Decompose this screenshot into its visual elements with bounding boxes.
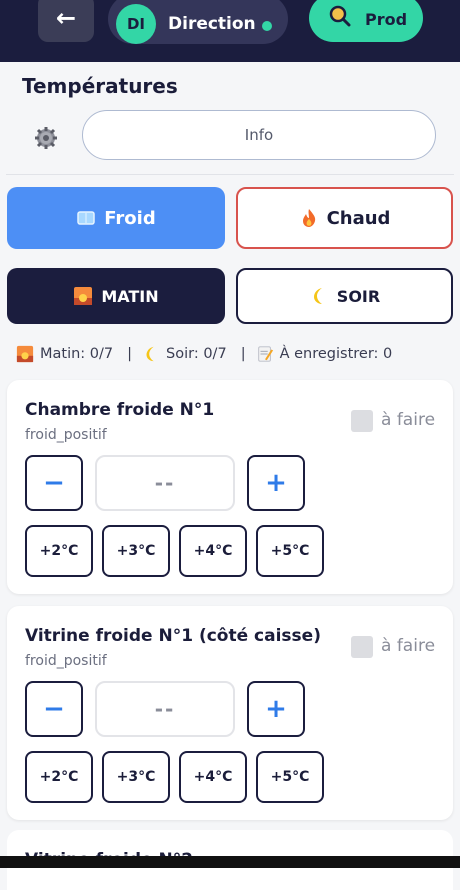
temperature-card: Vitrine froide N°1 (côté caisse) froid_p…: [7, 606, 453, 820]
preset-button[interactable]: +2°C: [25, 751, 93, 803]
chaud-label: Chaud: [326, 207, 391, 229]
main-content: Températures Info Froid Chaud MATIN SOIR…: [0, 62, 460, 890]
increase-button[interactable]: +: [247, 681, 305, 737]
soir-button[interactable]: SOIR: [236, 268, 453, 324]
soir-label: SOIR: [336, 286, 381, 306]
memo-icon: [257, 346, 273, 362]
temperature-value[interactable]: --: [95, 455, 235, 511]
decrease-button[interactable]: −: [25, 455, 83, 511]
decrease-button[interactable]: −: [25, 681, 83, 737]
page-title: Températures: [22, 74, 178, 98]
user-pill[interactable]: DI Direction: [108, 0, 288, 44]
summary-bar: Matin: 0/7 | Soir: 0/7 | À enregistrer: …: [16, 342, 456, 366]
preset-button[interactable]: +2°C: [25, 525, 93, 577]
chaud-button[interactable]: Chaud: [236, 187, 453, 249]
summary-separator: |: [127, 346, 133, 362]
preset-button[interactable]: +3°C: [102, 751, 170, 803]
back-button[interactable]: ←: [38, 0, 94, 42]
todo-checkbox[interactable]: [351, 636, 373, 658]
card-subtitle: froid_positif: [25, 653, 107, 669]
card-title: Vitrine froide N°1 (côté caisse): [25, 626, 321, 646]
summary-matin: Matin: 0/7: [40, 346, 114, 362]
card-title: Chambre froide N°1: [25, 400, 215, 420]
back-arrow-icon: ←: [55, 4, 77, 32]
top-bar: ← DI Direction Prod: [0, 0, 460, 62]
temperature-value[interactable]: --: [95, 681, 235, 737]
preset-button[interactable]: +5°C: [256, 751, 324, 803]
increase-button[interactable]: +: [247, 455, 305, 511]
preset-button[interactable]: +3°C: [102, 525, 170, 577]
preset-button[interactable]: +4°C: [179, 751, 247, 803]
screen-bottom-edge: [0, 856, 460, 868]
sunrise-icon: [16, 345, 34, 363]
matin-label: MATIN: [101, 286, 159, 306]
moon-icon: [146, 346, 154, 362]
summary-to-save: À enregistrer: 0: [279, 346, 393, 362]
todo-label: à faire: [381, 636, 436, 656]
search-icon: [329, 5, 351, 27]
info-button[interactable]: Info: [82, 110, 436, 160]
fire-icon: [302, 209, 315, 227]
gear-icon[interactable]: [34, 126, 58, 150]
froid-button[interactable]: Froid: [7, 187, 225, 249]
summary-separator: |: [240, 346, 246, 362]
temperature-card: Chambre froide N°1 froid_positif à faire…: [7, 380, 453, 594]
prod-button[interactable]: Prod: [309, 0, 423, 42]
matin-button[interactable]: MATIN: [7, 268, 225, 324]
todo-checkbox[interactable]: [351, 410, 373, 432]
preset-button[interactable]: +4°C: [179, 525, 247, 577]
card-subtitle: froid_positif: [25, 427, 107, 443]
prod-label: Prod: [365, 10, 408, 29]
moon-icon: [313, 288, 322, 304]
ice-icon: [77, 211, 96, 225]
summary-soir: Soir: 0/7: [166, 346, 227, 362]
sunrise-icon: [74, 287, 93, 305]
froid-label: Froid: [104, 207, 156, 229]
preset-button[interactable]: +5°C: [256, 525, 324, 577]
todo-label: à faire: [381, 410, 436, 430]
user-name: Direction: [168, 14, 256, 34]
avatar: DI: [116, 4, 156, 44]
divider: [6, 174, 454, 175]
online-status-dot: [262, 21, 272, 31]
